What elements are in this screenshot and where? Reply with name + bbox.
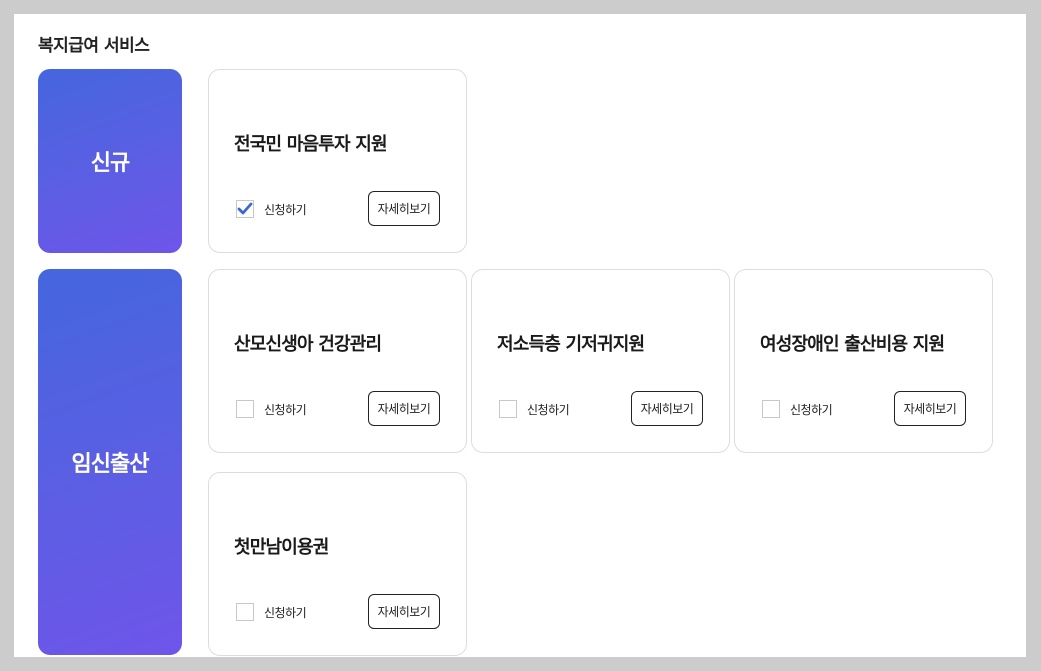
detail-button[interactable]: 자세히보기 [368,191,440,226]
category-label: 신규 [90,151,130,176]
category-pregnancy-birth: 임신출산 [38,269,182,655]
apply-checkbox[interactable] [499,400,517,418]
apply-checkbox-row[interactable]: 신청하기 [236,603,307,621]
apply-checkbox[interactable] [236,603,254,621]
detail-button[interactable]: 자세히보기 [631,391,703,426]
apply-label: 신청하기 [527,402,570,417]
apply-checkbox-row[interactable]: 신청하기 [236,200,307,218]
service-title: 저소득층 기저귀지원 [497,334,645,355]
apply-checkbox[interactable] [236,200,254,218]
page-title: 복지급여 서비스 [38,36,150,56]
service-title: 여성장애인 출산비용 지원 [760,334,945,355]
apply-label: 신청하기 [264,605,307,620]
service-card: 산모신생아 건강관리 신청하기 자세히보기 [208,269,467,453]
apply-checkbox-row[interactable]: 신청하기 [762,400,833,418]
service-title: 전국민 마음투자 지원 [234,134,388,155]
detail-button[interactable]: 자세히보기 [894,391,966,426]
category-label: 임신출산 [71,452,150,477]
apply-label: 신청하기 [790,402,833,417]
apply-checkbox-row[interactable]: 신청하기 [236,400,307,418]
service-card: 전국민 마음투자 지원 신청하기 자세히보기 [208,69,467,253]
service-card: 첫만남이용권 신청하기 자세히보기 [208,472,467,656]
apply-checkbox-row[interactable]: 신청하기 [499,400,570,418]
category-new: 신규 [38,69,182,253]
apply-label: 신청하기 [264,202,307,217]
detail-button[interactable]: 자세히보기 [368,391,440,426]
service-card: 저소득층 기저귀지원 신청하기 자세히보기 [471,269,730,453]
apply-label: 신청하기 [264,402,307,417]
checkmark-icon [237,202,253,215]
detail-button[interactable]: 자세히보기 [368,594,440,629]
service-card: 여성장애인 출산비용 지원 신청하기 자세히보기 [734,269,993,453]
apply-checkbox[interactable] [762,400,780,418]
service-title: 산모신생아 건강관리 [234,334,382,355]
welfare-service-panel: 복지급여 서비스 신규 전국민 마음투자 지원 신청하기 자세히보기 임신출산 … [14,14,1026,657]
service-title: 첫만남이용권 [234,537,329,558]
apply-checkbox[interactable] [236,400,254,418]
